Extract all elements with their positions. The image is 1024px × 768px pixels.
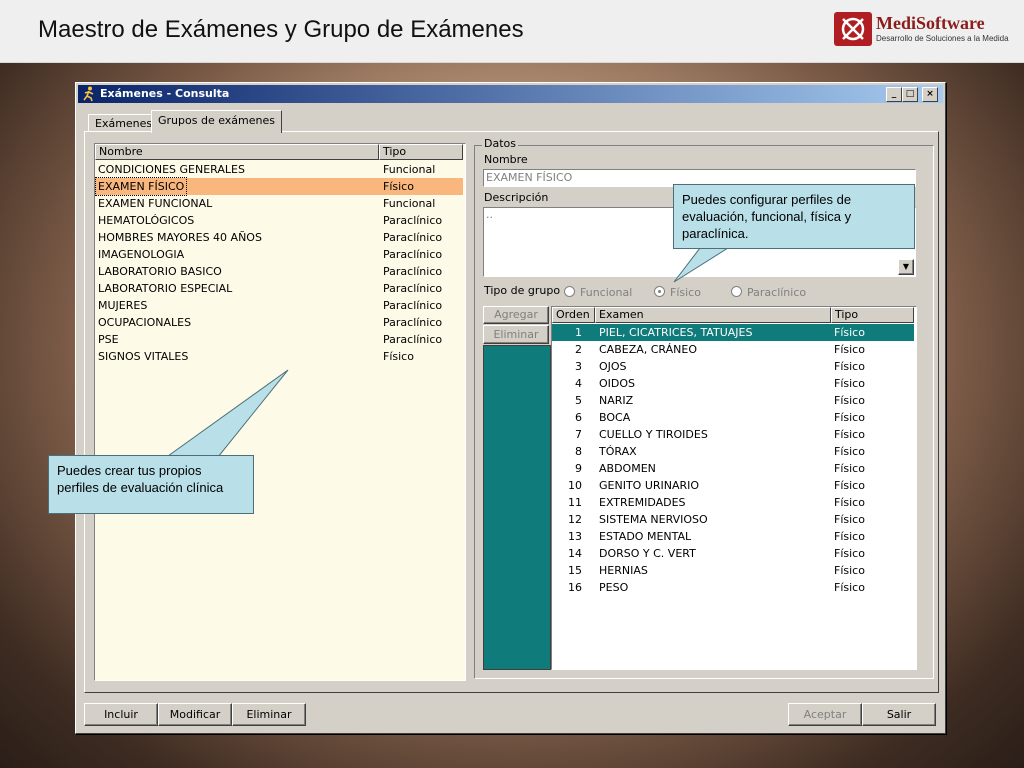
callout-left: Puedes crear tus propios perfiles de eva… [48, 455, 254, 514]
callout-right-pointer [673, 247, 730, 283]
callout-left-pointer [166, 369, 289, 458]
callout-right: Puedes configurar perfiles de evaluación… [673, 184, 915, 249]
tab-grupos-de-examenes[interactable]: Grupos de exámenes [151, 110, 282, 133]
